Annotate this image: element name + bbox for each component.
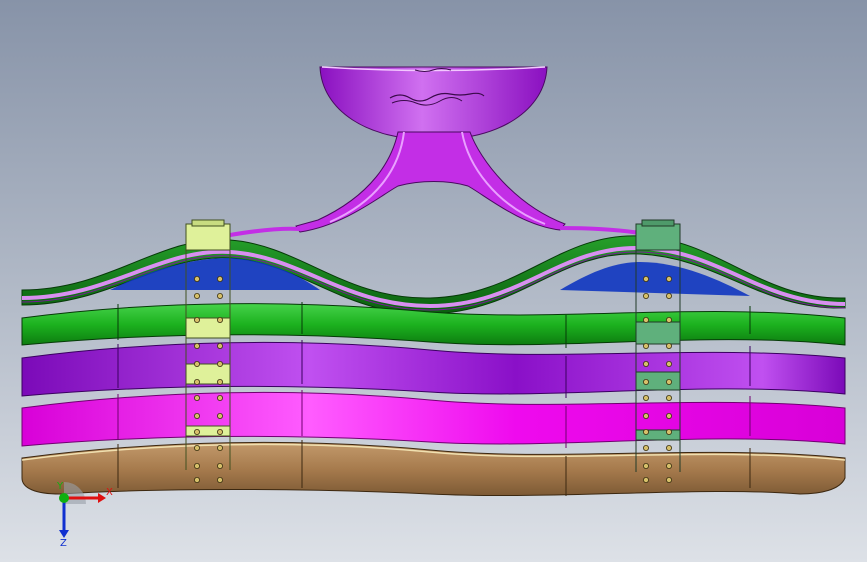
bolt-head: [643, 275, 650, 282]
bolt-head: [643, 394, 650, 401]
bolt-head: [666, 412, 673, 419]
bolt-head: [643, 316, 650, 323]
bowl-support[interactable]: [229, 131, 641, 237]
magenta-band[interactable]: [21, 390, 846, 448]
bolt-head: [643, 342, 650, 349]
bronze-band[interactable]: [21, 440, 846, 497]
bolt-head: [193, 275, 200, 282]
bolt-head: [216, 428, 223, 435]
bolt-head: [666, 378, 673, 385]
bolt-head: [643, 292, 650, 299]
bolt-head: [666, 444, 673, 451]
bolt-head: [666, 428, 673, 435]
y-axis-label: Y: [56, 481, 64, 492]
bolt-head: [216, 378, 223, 385]
bolt-head: [193, 428, 200, 435]
bolt-head: [643, 444, 650, 451]
bolt-head: [666, 476, 673, 483]
bolt-head: [666, 342, 673, 349]
bolt-head: [643, 476, 650, 483]
bolt-head: [193, 444, 200, 451]
bolt-head: [193, 462, 200, 469]
violet-band[interactable]: [21, 340, 846, 398]
bolt-head: [216, 476, 223, 483]
bolt-head: [666, 360, 673, 367]
z-arrowhead: [59, 530, 69, 538]
bolt-head: [216, 360, 223, 367]
bolt-head: [666, 275, 673, 282]
bowl[interactable]: [319, 66, 548, 141]
bolt-head: [193, 476, 200, 483]
bolt-head: [216, 412, 223, 419]
x-arrowhead: [98, 493, 106, 503]
bolt-head: [643, 360, 650, 367]
bolt-head: [216, 316, 223, 323]
bolt-head: [193, 378, 200, 385]
bolt-head: [216, 394, 223, 401]
bolt-head: [643, 378, 650, 385]
bolt-head: [216, 275, 223, 282]
axis-triad: X Y Z: [56, 481, 113, 548]
bolt-head: [216, 444, 223, 451]
z-axis-label: Z: [60, 538, 67, 548]
bolt-head: [643, 462, 650, 469]
model-scene[interactable]: [0, 0, 867, 562]
bolt-head: [193, 412, 200, 419]
bolt-head: [666, 462, 673, 469]
bolt-head: [643, 428, 650, 435]
bolt-head: [193, 342, 200, 349]
bolt-head: [666, 316, 673, 323]
bolt-head: [193, 316, 200, 323]
top-wave-band[interactable]: [21, 235, 846, 315]
x-axis-label: X: [106, 487, 113, 498]
cad-viewport[interactable]: X Y Z: [0, 0, 867, 562]
bolt-head: [216, 462, 223, 469]
bolt-head: [666, 394, 673, 401]
bolt-head: [193, 394, 200, 401]
bolt-head: [193, 360, 200, 367]
bolt-head: [193, 292, 200, 299]
y-axis-point: [59, 493, 69, 503]
bolt-head: [216, 342, 223, 349]
bolt-head: [643, 412, 650, 419]
bolt-head: [216, 292, 223, 299]
bolt-head: [666, 292, 673, 299]
